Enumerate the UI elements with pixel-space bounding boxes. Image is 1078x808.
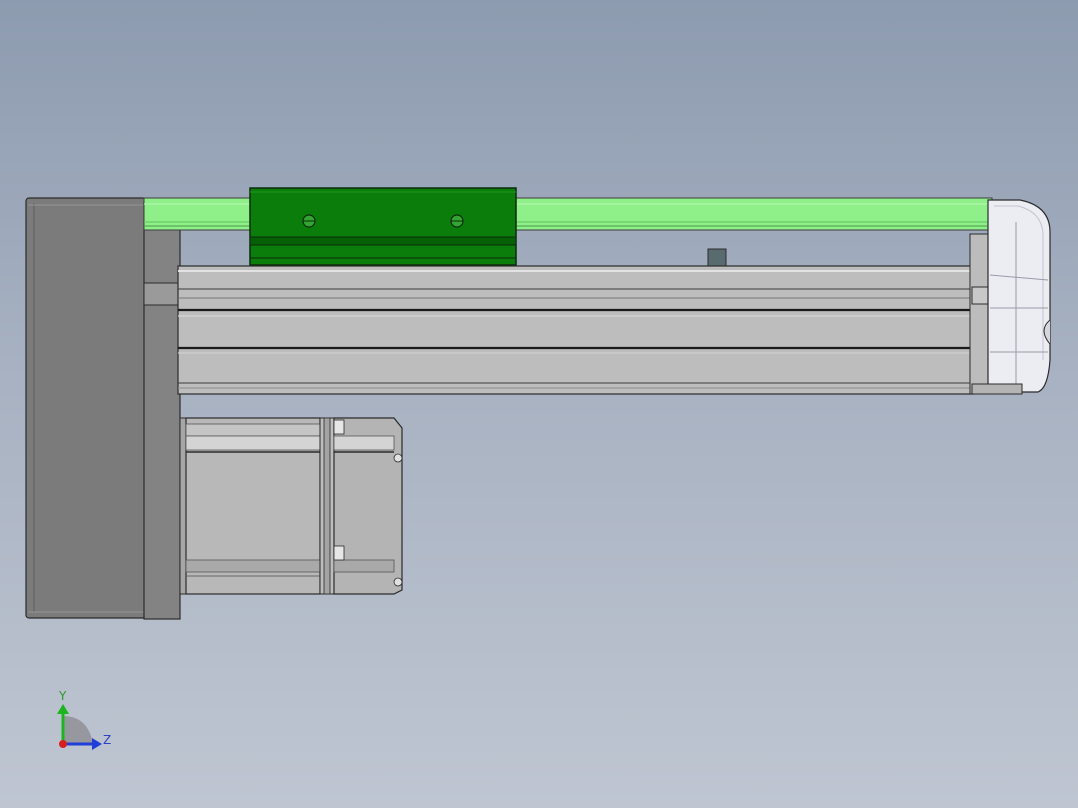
carriage-block[interactable] <box>249 187 517 266</box>
extrusion-body[interactable] <box>177 265 975 395</box>
sensor-tab[interactable] <box>707 248 727 267</box>
x-axis-dot <box>59 740 67 748</box>
linear-actuator-model[interactable] <box>25 187 1051 620</box>
reference-triad: Y Z <box>57 689 111 750</box>
y-axis-label: Y <box>58 689 67 703</box>
graphics-viewport[interactable]: Y Z <box>0 0 1078 808</box>
left-end-plate[interactable] <box>25 197 147 619</box>
adapter-plate[interactable] <box>143 202 181 620</box>
z-axis-label: Z <box>103 733 111 747</box>
stepper-motor[interactable] <box>179 417 403 595</box>
